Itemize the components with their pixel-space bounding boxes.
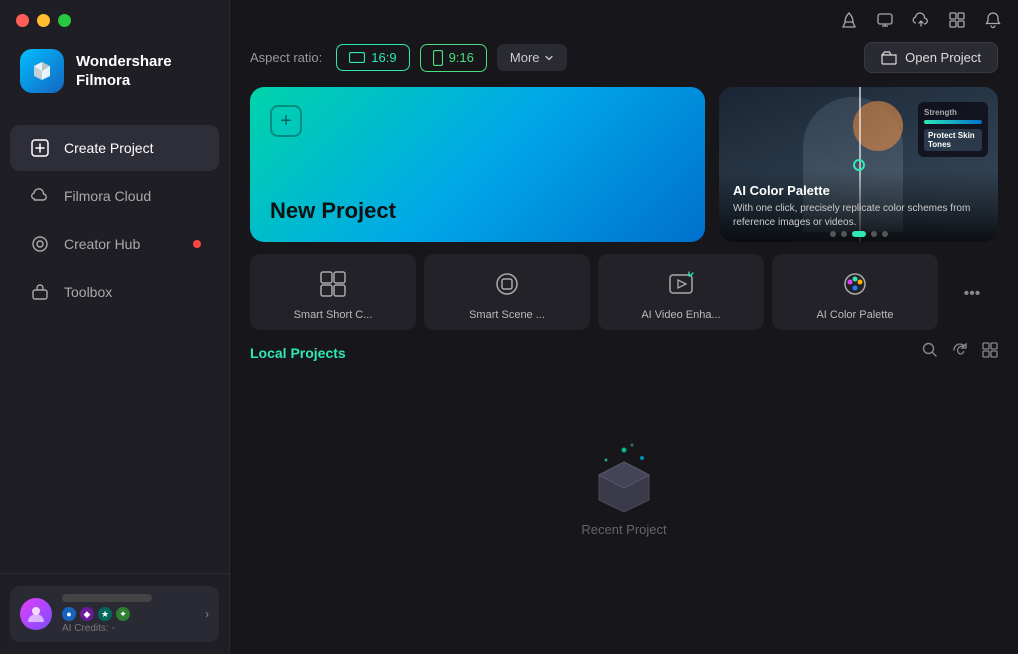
color-circle-indicator	[853, 159, 865, 171]
ai-video-enhance-icon	[663, 266, 699, 302]
sidebar-nav: Create Project Filmora Cloud Creator Hub	[0, 115, 229, 573]
tool-label: AI Video Enha...	[641, 308, 720, 322]
credits-text: AI Credits: -	[62, 623, 195, 634]
view-toggle-icon[interactable]	[982, 342, 998, 363]
dot-5[interactable]	[882, 231, 888, 237]
credit-icons: ● ◆ ★ ✦	[62, 607, 195, 621]
sidebar-item-label: Create Project	[64, 140, 153, 156]
monitor-icon[interactable]	[876, 11, 894, 34]
aspect-ratio-label: Aspect ratio:	[250, 50, 322, 65]
aspect-ratio-16-9[interactable]: 16:9	[336, 44, 409, 71]
dot-3-active[interactable]	[852, 231, 866, 237]
new-project-plus-icon: +	[270, 105, 302, 137]
sidebar-item-label: Filmora Cloud	[64, 188, 151, 204]
feature-title: AI Color Palette	[733, 183, 984, 198]
user-card[interactable]: ● ◆ ★ ✦ AI Credits: - ›	[10, 586, 219, 642]
empty-state: Recent Project	[250, 373, 998, 644]
cloud-icon	[30, 186, 50, 206]
aspect-ratio-more[interactable]: More	[497, 44, 567, 71]
cloud-upload-icon[interactable]	[912, 11, 930, 34]
create-project-icon	[30, 138, 50, 158]
sidebar-bottom: ● ◆ ★ ✦ AI Credits: - ›	[0, 573, 229, 654]
recent-project-label: Recent Project	[581, 522, 666, 537]
sidebar-item-toolbox[interactable]: Toolbox	[10, 269, 219, 315]
sidebar: WondershareFilmora Create Project Filmor…	[0, 0, 230, 654]
tool-smart-short[interactable]: Smart Short C...	[250, 254, 416, 330]
sidebar-item-label: Creator Hub	[64, 236, 140, 252]
dot-4[interactable]	[871, 231, 877, 237]
dot-1[interactable]	[830, 231, 836, 237]
feature-card-image: Strength Protect Skin Tones AI Color Pal…	[719, 87, 998, 242]
header-icons	[922, 342, 998, 363]
sidebar-item-filmora-cloud[interactable]: Filmora Cloud	[10, 173, 219, 219]
creator-hub-icon	[30, 234, 50, 254]
tool-label: AI Color Palette	[816, 308, 893, 322]
ai-tools-row: Smart Short C... Smart Scene ... AI Vide…	[250, 254, 998, 330]
new-project-label: New Project	[270, 198, 685, 224]
notification-dot	[193, 240, 201, 248]
app-name: WondershareFilmora	[76, 52, 172, 91]
aspect-ratio-bar: Aspect ratio: 16:9 9:16 More Open Projec…	[250, 42, 998, 73]
tool-smart-scene[interactable]: Smart Scene ...	[424, 254, 590, 330]
bell-icon[interactable]	[984, 11, 1002, 34]
maximize-button[interactable]	[58, 14, 71, 27]
main-content: Aspect ratio: 16:9 9:16 More Open Projec…	[230, 0, 1018, 654]
new-project-card[interactable]: + New Project	[250, 87, 705, 242]
minimize-button[interactable]	[37, 14, 50, 27]
open-project-label: Open Project	[905, 50, 981, 65]
tool-ai-color-palette[interactable]: AI Color Palette	[772, 254, 938, 330]
dot-2[interactable]	[841, 231, 847, 237]
feature-card: Strength Protect Skin Tones AI Color Pal…	[719, 87, 998, 242]
credit-icon-2: ◆	[80, 607, 94, 621]
tools-more-button[interactable]: •••	[946, 254, 998, 330]
sidebar-item-creator-hub[interactable]: Creator Hub	[10, 221, 219, 267]
open-project-button[interactable]: Open Project	[864, 42, 998, 73]
feature-description: With one click, precisely replicate colo…	[733, 202, 984, 230]
traffic-lights	[0, 0, 229, 27]
topbar	[230, 0, 1018, 44]
logo-icon	[20, 49, 64, 93]
sidebar-item-create-project[interactable]: Create Project	[10, 125, 219, 171]
ai-color-palette-icon	[837, 266, 873, 302]
sidebar-item-label: Toolbox	[64, 284, 112, 300]
credit-icon-1: ●	[62, 607, 76, 621]
smart-scene-icon	[489, 266, 525, 302]
cards-row: + New Project Strength	[250, 87, 998, 242]
user-arrow-icon: ›	[205, 607, 209, 621]
empty-box-icon	[584, 440, 664, 510]
more-dots-icon: •••	[954, 276, 990, 312]
refresh-icon[interactable]	[952, 342, 968, 363]
toolbox-icon	[30, 282, 50, 302]
user-info: ● ◆ ★ ✦ AI Credits: -	[62, 594, 195, 634]
app-logo: WondershareFilmora	[0, 27, 229, 115]
local-projects-title: Local Projects	[250, 345, 346, 361]
credit-icon-4: ✦	[116, 607, 130, 621]
carousel-dots	[719, 231, 998, 237]
credit-icon-3: ★	[98, 607, 112, 621]
grid-icon[interactable]	[948, 11, 966, 34]
aspect-ratio-9-16[interactable]: 9:16	[420, 44, 487, 72]
user-name-bar	[62, 594, 152, 602]
search-icon[interactable]	[922, 342, 938, 363]
tool-label: Smart Scene ...	[469, 308, 545, 322]
avatar	[20, 598, 52, 630]
rocket-icon[interactable]	[840, 11, 858, 34]
smart-short-icon	[315, 266, 351, 302]
close-button[interactable]	[16, 14, 29, 27]
tool-label: Smart Short C...	[294, 308, 373, 322]
local-projects-header: Local Projects	[250, 342, 998, 363]
tool-ai-video-enhance[interactable]: AI Video Enha...	[598, 254, 764, 330]
